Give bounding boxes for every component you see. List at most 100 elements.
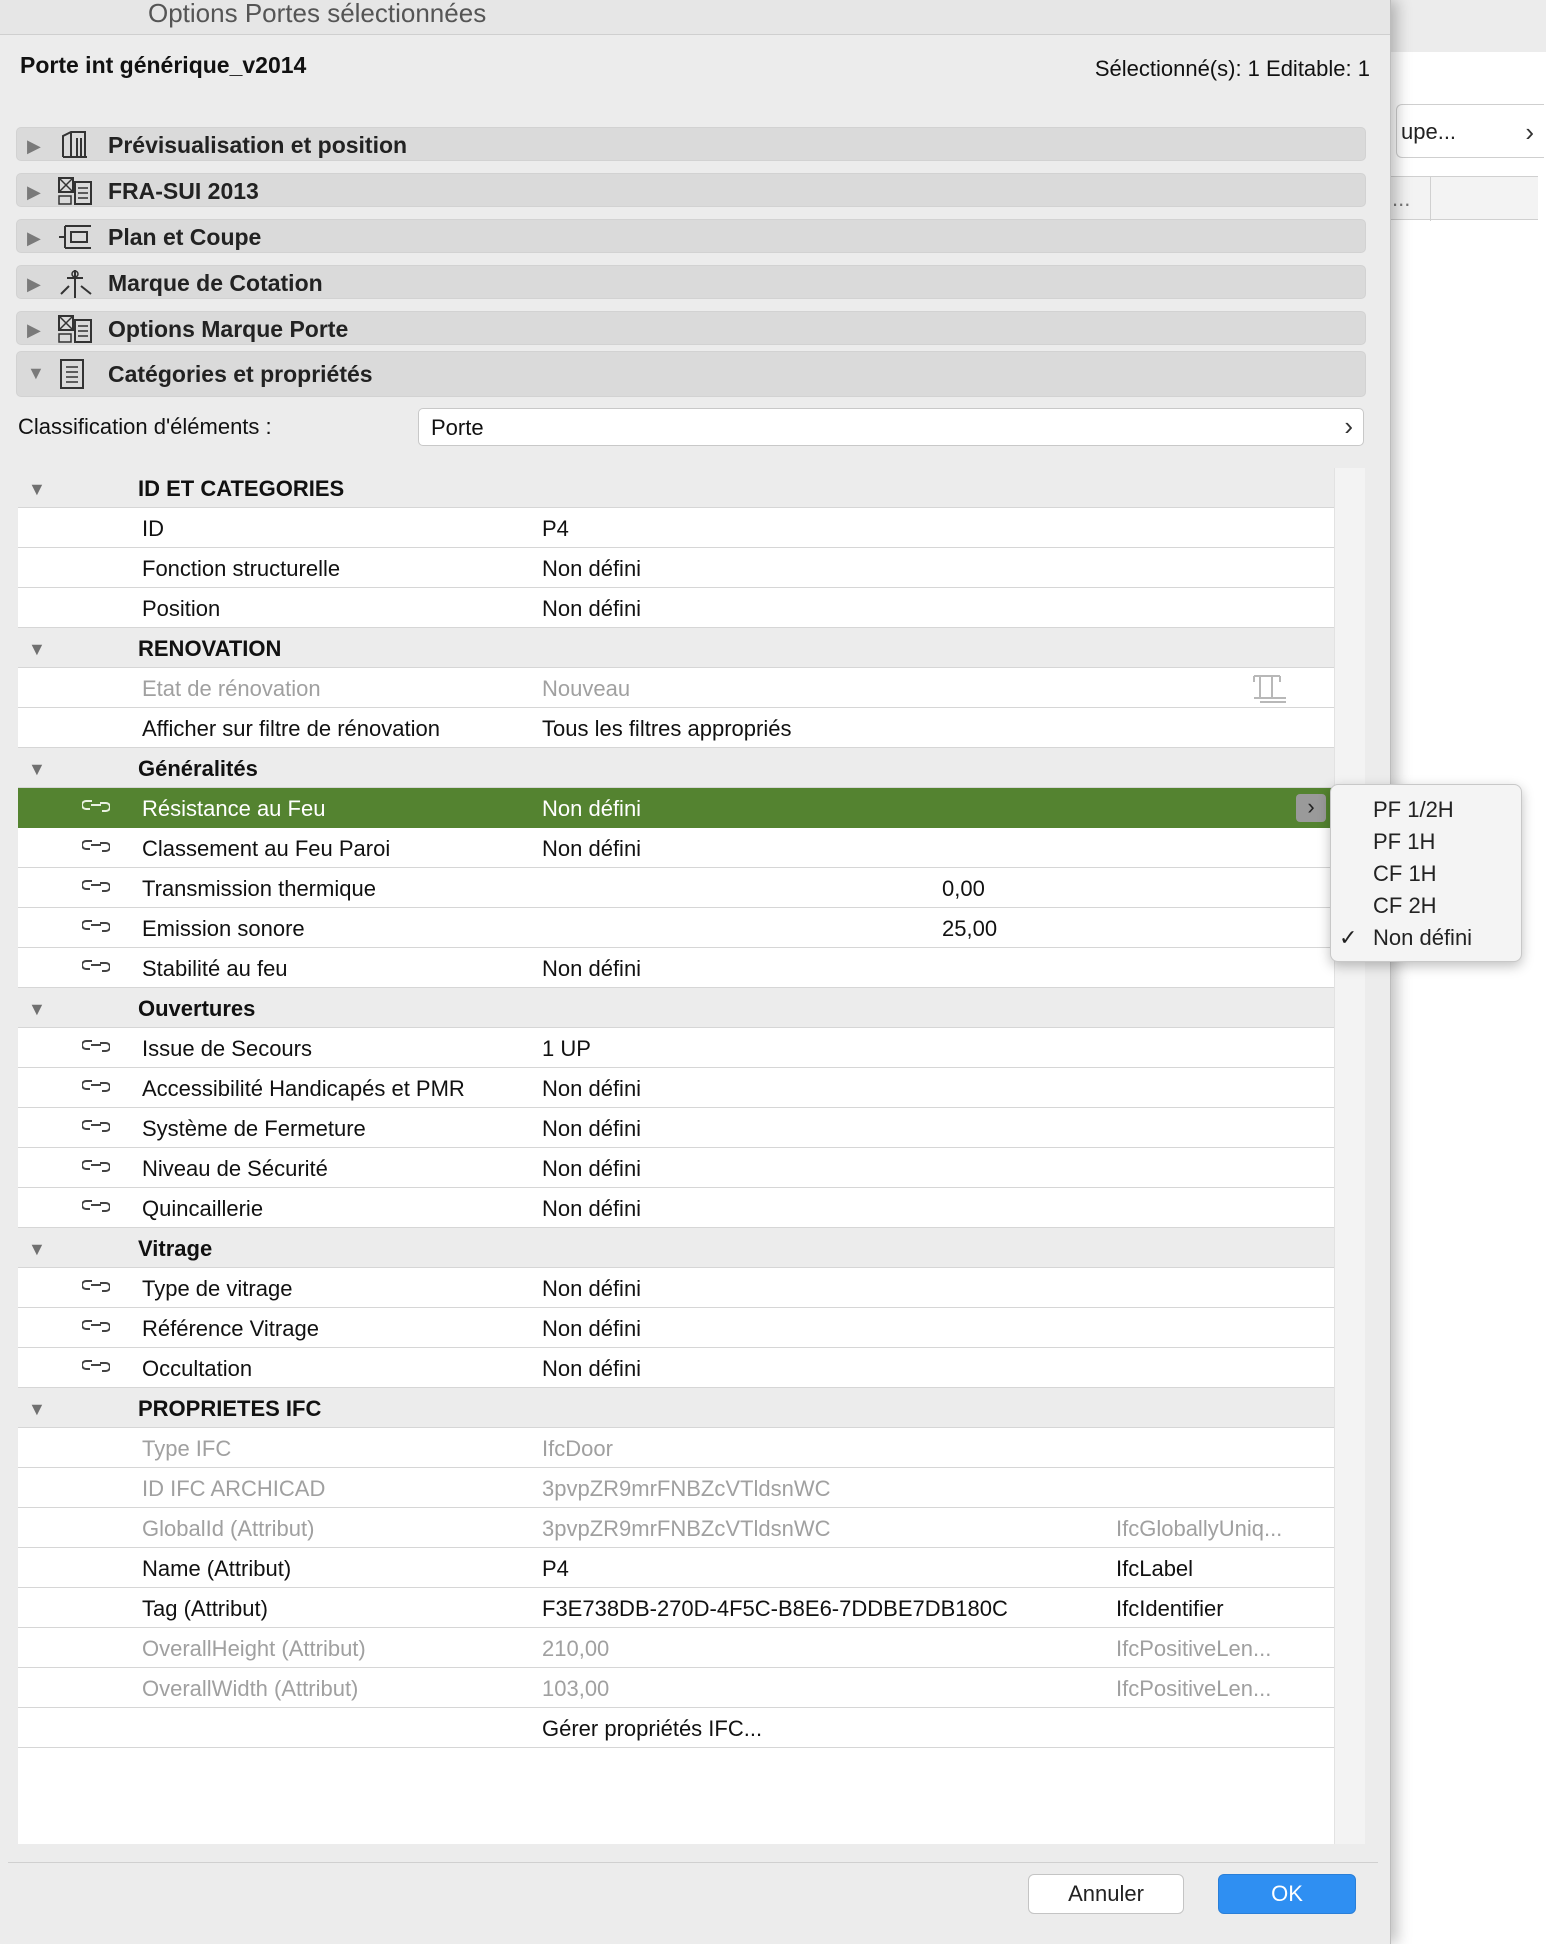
property-value[interactable]: Non défini — [542, 1196, 641, 1222]
property-value[interactable]: Non défini — [542, 956, 641, 982]
table-row: GlobalId (Attribut) 3pvpZR9mrFNBZcVTldsn… — [18, 1508, 1334, 1548]
table-row[interactable]: Type de vitrage Non défini — [18, 1268, 1334, 1308]
group-title: Vitrage — [138, 1236, 213, 1261]
section-preview-position[interactable]: ▶ Prévisualisation et position — [16, 127, 1366, 161]
link-icon — [81, 958, 111, 979]
table-row[interactable]: Transmission thermique 0,00 — [18, 868, 1334, 908]
vertical-scrollbar[interactable] — [1334, 468, 1365, 1844]
table-row[interactable]: Système de Fermeture Non défini — [18, 1108, 1334, 1148]
property-value[interactable]: Non défini — [542, 796, 641, 822]
property-name: Type de vitrage — [142, 1276, 293, 1301]
ok-button[interactable]: OK — [1218, 1874, 1356, 1914]
dropdown-option[interactable]: PF 1/2H — [1373, 797, 1454, 823]
property-value[interactable]: Non défini — [542, 1316, 641, 1342]
dropdown-option[interactable]: CF 1H — [1373, 861, 1437, 887]
settings-grid-icon — [57, 176, 93, 211]
property-value[interactable]: Non défini — [542, 1076, 641, 1102]
section-plan-coupe[interactable]: ▶ Plan et Coupe — [16, 219, 1366, 253]
section-options-marque-porte[interactable]: ▶ Options Marque Porte — [16, 311, 1366, 345]
background-window-cell: ... — [1388, 176, 1538, 221]
table-row[interactable]: Position Non défini — [18, 588, 1334, 628]
section-fra-sui[interactable]: ▶ FRA-SUI 2013 — [16, 173, 1366, 207]
disclosure-triangle-icon[interactable]: ▶ — [27, 136, 41, 157]
section-marque-cotation[interactable]: ▶ Marque de Cotation — [16, 265, 1366, 299]
table-row[interactable]: Etat de rénovation Nouveau — [18, 668, 1334, 708]
door-preview-icon — [57, 130, 91, 165]
dimension-marker-icon — [57, 268, 93, 305]
table-row[interactable]: Niveau de Sécurité Non défini — [18, 1148, 1334, 1188]
background-window-header — [1388, 0, 1546, 52]
property-name: Référence Vitrage — [142, 1316, 319, 1341]
property-name: Stabilité au feu — [142, 956, 288, 981]
disclosure-triangle-icon[interactable]: ▶ — [27, 228, 41, 249]
cancel-button[interactable]: Annuler — [1028, 1874, 1184, 1914]
link-icon — [81, 1278, 111, 1299]
table-row[interactable]: Tag (Attribut) F3E738DB-270D-4F5C-B8E6-7… — [18, 1588, 1334, 1628]
group-header-ifc[interactable]: ▼ PROPRIETES IFC — [18, 1388, 1334, 1428]
property-value: 210,00 — [542, 1636, 610, 1661]
disclosure-triangle-open-icon[interactable]: ▼ — [27, 363, 45, 384]
table-row[interactable]: Classement au Feu Paroi Non défini — [18, 828, 1334, 868]
property-name: Type IFC — [142, 1436, 232, 1461]
property-value[interactable]: Non défini — [542, 1116, 641, 1142]
table-row[interactable]: Accessibilité Handicapés et PMR Non défi… — [18, 1068, 1334, 1108]
table-row: OverallWidth (Attribut) 103,00 IfcPositi… — [18, 1668, 1334, 1708]
manage-ifc-properties-link[interactable]: Gérer propriétés IFC... — [542, 1716, 762, 1742]
property-value[interactable]: Non défini — [542, 556, 641, 582]
element-name: Porte int générique_v2014 — [20, 52, 307, 78]
disclosure-triangle-icon[interactable]: ▶ — [27, 182, 41, 203]
table-row[interactable]: Occultation Non défini — [18, 1348, 1334, 1388]
property-value[interactable]: 1 UP — [542, 1036, 591, 1062]
group-header-generalites[interactable]: ▼ Généralités — [18, 748, 1334, 788]
settings-grid-icon — [57, 314, 93, 349]
value-popup-button[interactable]: › — [1296, 794, 1326, 822]
property-name: Classement au Feu Paroi — [142, 836, 391, 861]
group-title: Généralités — [138, 756, 258, 781]
table-row[interactable]: Quincaillerie Non défini — [18, 1188, 1334, 1228]
property-name: OverallHeight (Attribut) — [142, 1636, 366, 1661]
disclosure-triangle-open-icon[interactable]: ▼ — [28, 1239, 46, 1260]
property-value[interactable]: Tous les filtres appropriés — [542, 716, 791, 742]
table-row[interactable]: Référence Vitrage Non défini — [18, 1308, 1334, 1348]
group-header-ouvertures[interactable]: ▼ Ouvertures — [18, 988, 1334, 1028]
table-row[interactable]: Stabilité au feu Non défini — [18, 948, 1334, 988]
property-value[interactable]: 25,00 — [942, 916, 997, 942]
property-value[interactable]: F3E738DB-270D-4F5C-B8E6-7DDBE7DB180C — [542, 1596, 1008, 1622]
classification-selector[interactable]: Porte › — [418, 408, 1364, 446]
table-row[interactable]: Fonction structurelle Non défini — [18, 548, 1334, 588]
table-row[interactable]: ID P4 — [18, 508, 1334, 548]
dropdown-option-selected[interactable]: Non défini — [1373, 925, 1472, 951]
dropdown-option[interactable]: PF 1H — [1373, 829, 1435, 855]
property-value[interactable]: Non défini — [542, 836, 641, 862]
table-row[interactable]: Issue de Secours 1 UP — [18, 1028, 1334, 1068]
group-title: Ouvertures — [138, 996, 256, 1021]
property-value[interactable]: Non défini — [542, 1276, 641, 1302]
dropdown-option[interactable]: CF 2H — [1373, 893, 1437, 919]
background-window-button[interactable]: upe... › — [1396, 104, 1544, 158]
disclosure-triangle-icon[interactable]: ▶ — [27, 274, 41, 295]
group-title: ID ET CATEGORIES — [138, 476, 345, 501]
disclosure-triangle-icon[interactable]: ▶ — [27, 320, 41, 341]
manage-ifc-row[interactable]: Gérer propriétés IFC... — [18, 1708, 1334, 1748]
property-value[interactable]: Non défini — [542, 1356, 641, 1382]
disclosure-triangle-open-icon[interactable]: ▼ — [28, 759, 46, 780]
group-header-renovation[interactable]: ▼ RENOVATION — [18, 628, 1334, 668]
property-value[interactable]: P4 — [542, 516, 569, 542]
disclosure-triangle-open-icon[interactable]: ▼ — [28, 639, 46, 660]
property-name: Fonction structurelle — [142, 556, 341, 581]
property-value[interactable]: Non défini — [542, 596, 641, 622]
disclosure-triangle-open-icon[interactable]: ▼ — [28, 1399, 46, 1420]
disclosure-triangle-open-icon[interactable]: ▼ — [28, 479, 46, 500]
disclosure-triangle-open-icon[interactable]: ▼ — [28, 999, 46, 1020]
property-value[interactable]: P4 — [542, 1556, 569, 1582]
link-icon — [81, 1158, 111, 1179]
table-row[interactable]: Emission sonore 25,00 — [18, 908, 1334, 948]
table-row[interactable]: Afficher sur filtre de rénovation Tous l… — [18, 708, 1334, 748]
section-categories-proprietes[interactable]: ▼ Catégories et propriétés — [16, 351, 1366, 397]
table-row[interactable]: Name (Attribut) P4 IfcLabel — [18, 1548, 1334, 1588]
property-value[interactable]: Non défini — [542, 1156, 641, 1182]
property-value[interactable]: 0,00 — [942, 876, 985, 902]
group-header-id-categories[interactable]: ▼ ID ET CATEGORIES — [18, 468, 1334, 508]
group-header-vitrage[interactable]: ▼ Vitrage — [18, 1228, 1334, 1268]
table-row-selected[interactable]: Résistance au Feu Non défini › — [18, 788, 1334, 828]
